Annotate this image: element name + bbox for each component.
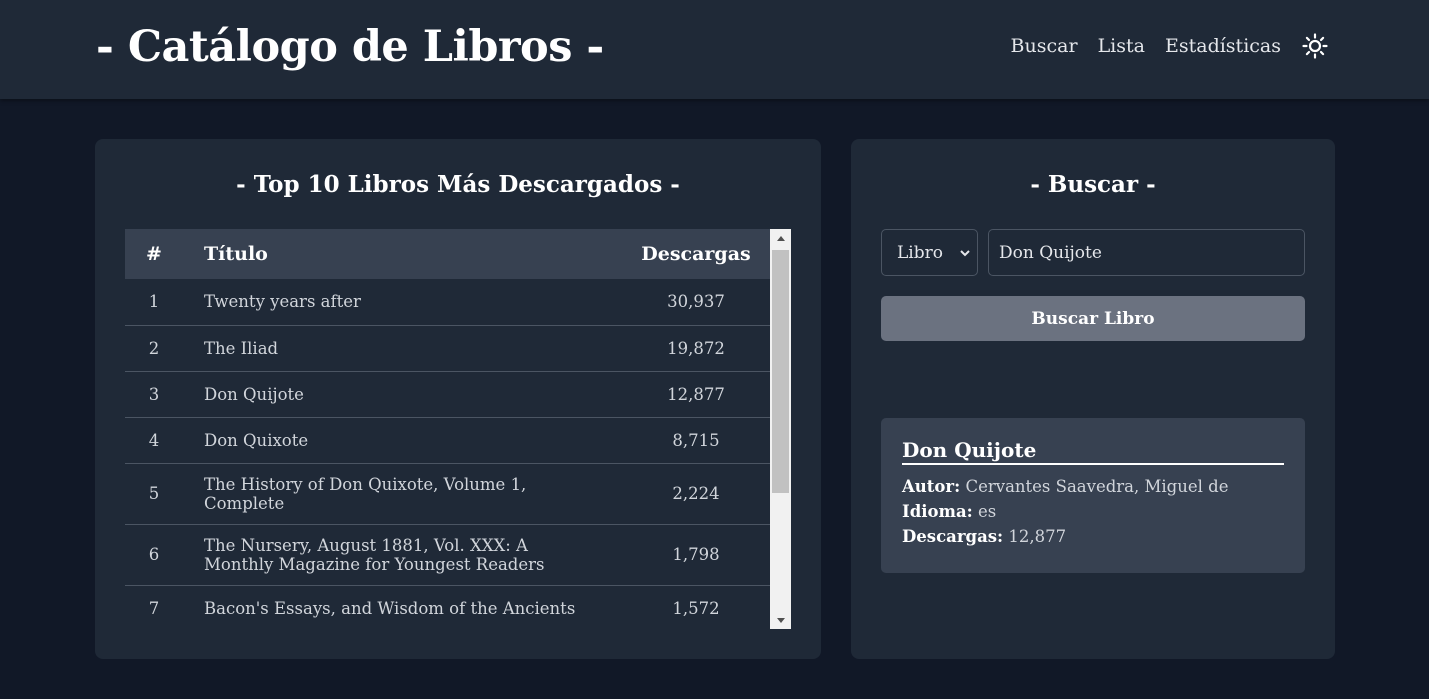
- table-header-row: # Título Descargas: [125, 229, 770, 279]
- row-downloads: 12,877: [622, 371, 770, 418]
- row-title: Don Quixote: [183, 417, 622, 464]
- table-row: 2 The Iliad 19,872: [125, 325, 770, 372]
- header: - Catálogo de Libros - Buscar Lista Esta…: [0, 0, 1429, 99]
- row-downloads: 2,224: [622, 463, 770, 525]
- result-downloads-label: Descargas:: [902, 527, 1004, 546]
- result-downloads: Descargas: 12,877: [902, 524, 1284, 549]
- scroll-thumb[interactable]: [772, 250, 789, 493]
- table-scrollbar[interactable]: [770, 229, 791, 629]
- result-author-label: Autor:: [902, 477, 961, 496]
- nav-link-estadisticas[interactable]: Estadísticas: [1165, 35, 1281, 57]
- row-rank: 1: [125, 279, 183, 326]
- scroll-up-arrow-icon[interactable]: [770, 230, 791, 246]
- row-rank: 5: [125, 463, 183, 525]
- search-title: - Buscar -: [1030, 171, 1156, 198]
- row-rank: 3: [125, 371, 183, 418]
- row-title: Twenty years after: [183, 279, 622, 326]
- site-title: - Catálogo de Libros -: [96, 22, 604, 72]
- column-header-downloads: Descargas: [622, 229, 770, 279]
- table-row: 3 Don Quijote 12,877: [125, 371, 770, 418]
- result-title: Don Quijote: [902, 438, 1284, 465]
- top-books-card: - Top 10 Libros Más Descargados - # Títu…: [95, 139, 821, 659]
- result-author: Autor: Cervantes Saavedra, Miguel de: [902, 474, 1284, 499]
- search-input-value: Don Quijote: [999, 242, 1102, 263]
- column-header-rank: #: [125, 229, 183, 279]
- row-downloads: 19,872: [622, 325, 770, 372]
- row-rank: 7: [125, 585, 183, 629]
- result-author-value: Cervantes Saavedra, Miguel de: [965, 477, 1229, 496]
- top-books-title: - Top 10 Libros Más Descargados -: [236, 171, 680, 198]
- table-row: 7 Bacon's Essays, and Wisdom of the Anci…: [125, 585, 770, 629]
- result-language-value: es: [978, 502, 997, 521]
- search-input[interactable]: Don Quijote: [988, 229, 1305, 276]
- table-row: 6 The Nursery, August 1881, Vol. XXX: A …: [125, 524, 770, 586]
- result-language: Idioma: es: [902, 499, 1284, 524]
- nav-link-lista[interactable]: Lista: [1098, 35, 1145, 57]
- sun-icon: [1302, 33, 1328, 59]
- row-rank: 4: [125, 417, 183, 464]
- row-rank: 6: [125, 524, 183, 586]
- table-row: 5 The History of Don Quixote, Volume 1, …: [125, 463, 770, 525]
- row-title: Bacon's Essays, and Wisdom of the Ancien…: [183, 585, 622, 629]
- row-downloads: 1,798: [622, 524, 770, 586]
- row-title: The Iliad: [183, 325, 622, 372]
- scroll-down-arrow-icon[interactable]: [770, 612, 791, 628]
- row-title: Don Quijote: [183, 371, 622, 418]
- result-card: Don Quijote Autor: Cervantes Saavedra, M…: [881, 418, 1305, 573]
- row-rank: 2: [125, 325, 183, 372]
- search-type-select[interactable]: Libro: [881, 229, 978, 276]
- table-row: 1 Twenty years after 30,937: [125, 279, 770, 326]
- chevron-down-icon: [960, 250, 970, 257]
- table-row: 4 Don Quixote 8,715: [125, 417, 770, 464]
- result-downloads-value: 12,877: [1008, 527, 1067, 546]
- column-header-title: Título: [183, 229, 622, 279]
- row-downloads: 8,715: [622, 417, 770, 464]
- theme-toggle-button[interactable]: [1301, 32, 1329, 60]
- top-books-table-container: # Título Descargas 1 Twenty years after …: [125, 229, 791, 629]
- search-card: - Buscar - Libro Don Quijote Buscar Libr…: [851, 139, 1335, 659]
- search-button[interactable]: Buscar Libro: [881, 296, 1305, 341]
- nav-link-buscar[interactable]: Buscar: [1011, 35, 1078, 57]
- search-type-value: Libro: [897, 242, 943, 263]
- row-title: The Nursery, August 1881, Vol. XXX: A Mo…: [183, 524, 622, 586]
- nav-bar: Buscar Lista Estadísticas: [991, 32, 1329, 60]
- row-title: The History of Don Quixote, Volume 1, Co…: [183, 463, 622, 525]
- row-downloads: 1,572: [622, 585, 770, 629]
- row-downloads: 30,937: [622, 279, 770, 326]
- result-language-label: Idioma:: [902, 502, 973, 521]
- top-books-table: # Título Descargas 1 Twenty years after …: [125, 229, 770, 629]
